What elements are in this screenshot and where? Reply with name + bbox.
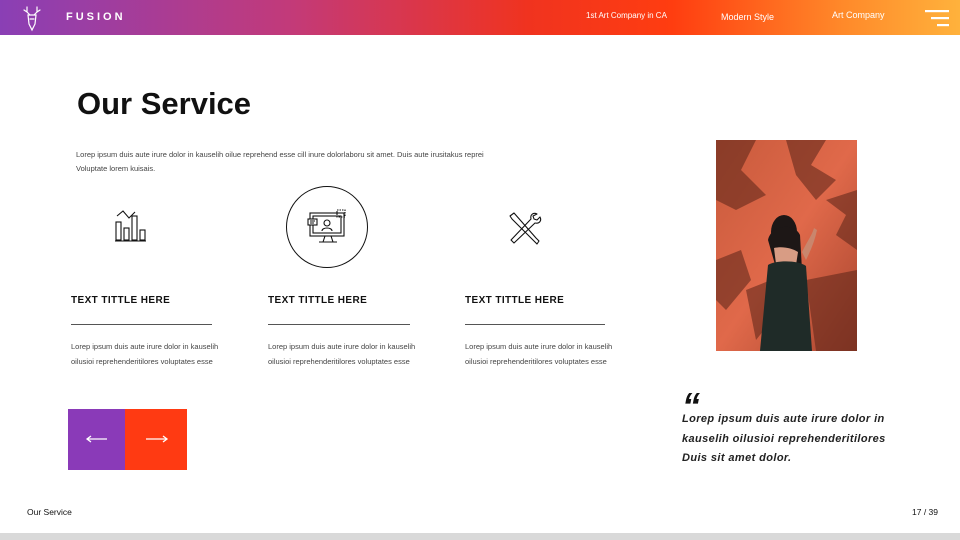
monitor-user-icon <box>307 209 346 243</box>
previous-button[interactable] <box>68 409 125 470</box>
page-number: 17 / 39 <box>912 507 938 517</box>
arrow-right-icon <box>146 435 169 443</box>
page-title: Our Service <box>77 86 252 121</box>
wrench-screwdriver-icon <box>509 212 542 245</box>
bar-chart-icon <box>115 210 146 242</box>
next-button[interactable] <box>125 409 187 470</box>
nav-item-modern-style[interactable]: Modern Style <box>721 12 774 22</box>
top-header-bar: FUSION 1st Art Company in CA Modern Styl… <box>0 0 960 35</box>
service-divider-2 <box>268 324 410 325</box>
nav-item-first-art-company[interactable]: 1st Art Company in CA <box>586 11 667 20</box>
arrow-left-icon <box>85 435 107 443</box>
service-text-1: Lorep ipsum duis aute irure dolor in kau… <box>71 342 219 366</box>
service-title-2: TEXT TITTLE HERE <box>268 295 368 306</box>
service-divider-1 <box>71 324 212 325</box>
service-icon-circle <box>286 186 368 268</box>
deer-head-icon <box>23 6 41 32</box>
service-text-3: Lorep ipsum duis aute irure dolor in kau… <box>465 342 613 366</box>
service-title-1: TEXT TITTLE HERE <box>71 295 171 306</box>
service-divider-3 <box>465 324 605 325</box>
quote-text: Lorep ipsum duis aute irure dolor in kau… <box>682 413 886 465</box>
service-title-3: TEXT TITTLE HERE <box>465 295 565 306</box>
bottom-strip <box>0 533 960 540</box>
footer-section-label: Our Service <box>27 507 72 517</box>
hamburger-menu-icon[interactable] <box>925 9 949 27</box>
intro-paragraph: Lorep ipsum duis aute irure dolor in kau… <box>76 150 484 173</box>
nav-item-art-company[interactable]: Art Company <box>832 10 885 20</box>
woman-portrait-photo <box>716 140 857 351</box>
brand-name: FUSION <box>66 11 126 23</box>
service-text-2: Lorep ipsum duis aute irure dolor in kau… <box>268 342 416 366</box>
